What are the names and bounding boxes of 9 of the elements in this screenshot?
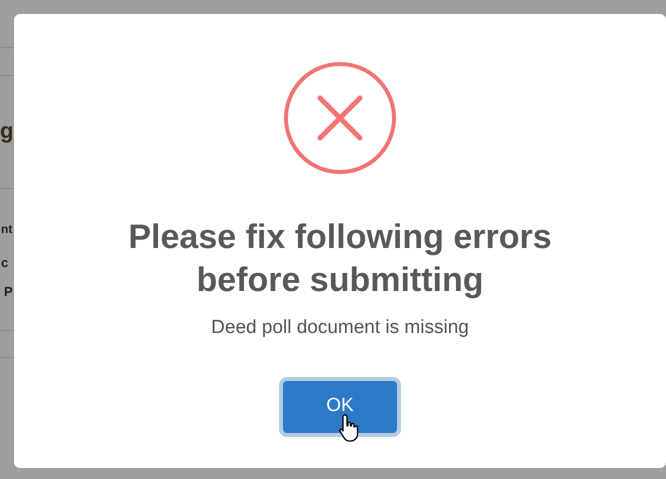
background-text: g <box>0 120 14 142</box>
background-text: nt <box>1 223 12 235</box>
background-text: c <box>1 256 8 269</box>
dialog-title: Please fix following errors before submitting <box>127 217 553 301</box>
error-icon <box>283 61 397 175</box>
background-text: P <box>4 285 13 298</box>
hand-cursor-icon <box>339 412 361 442</box>
ok-button[interactable]: OK <box>283 380 397 432</box>
error-message: Deed poll document is missing <box>211 316 469 340</box>
